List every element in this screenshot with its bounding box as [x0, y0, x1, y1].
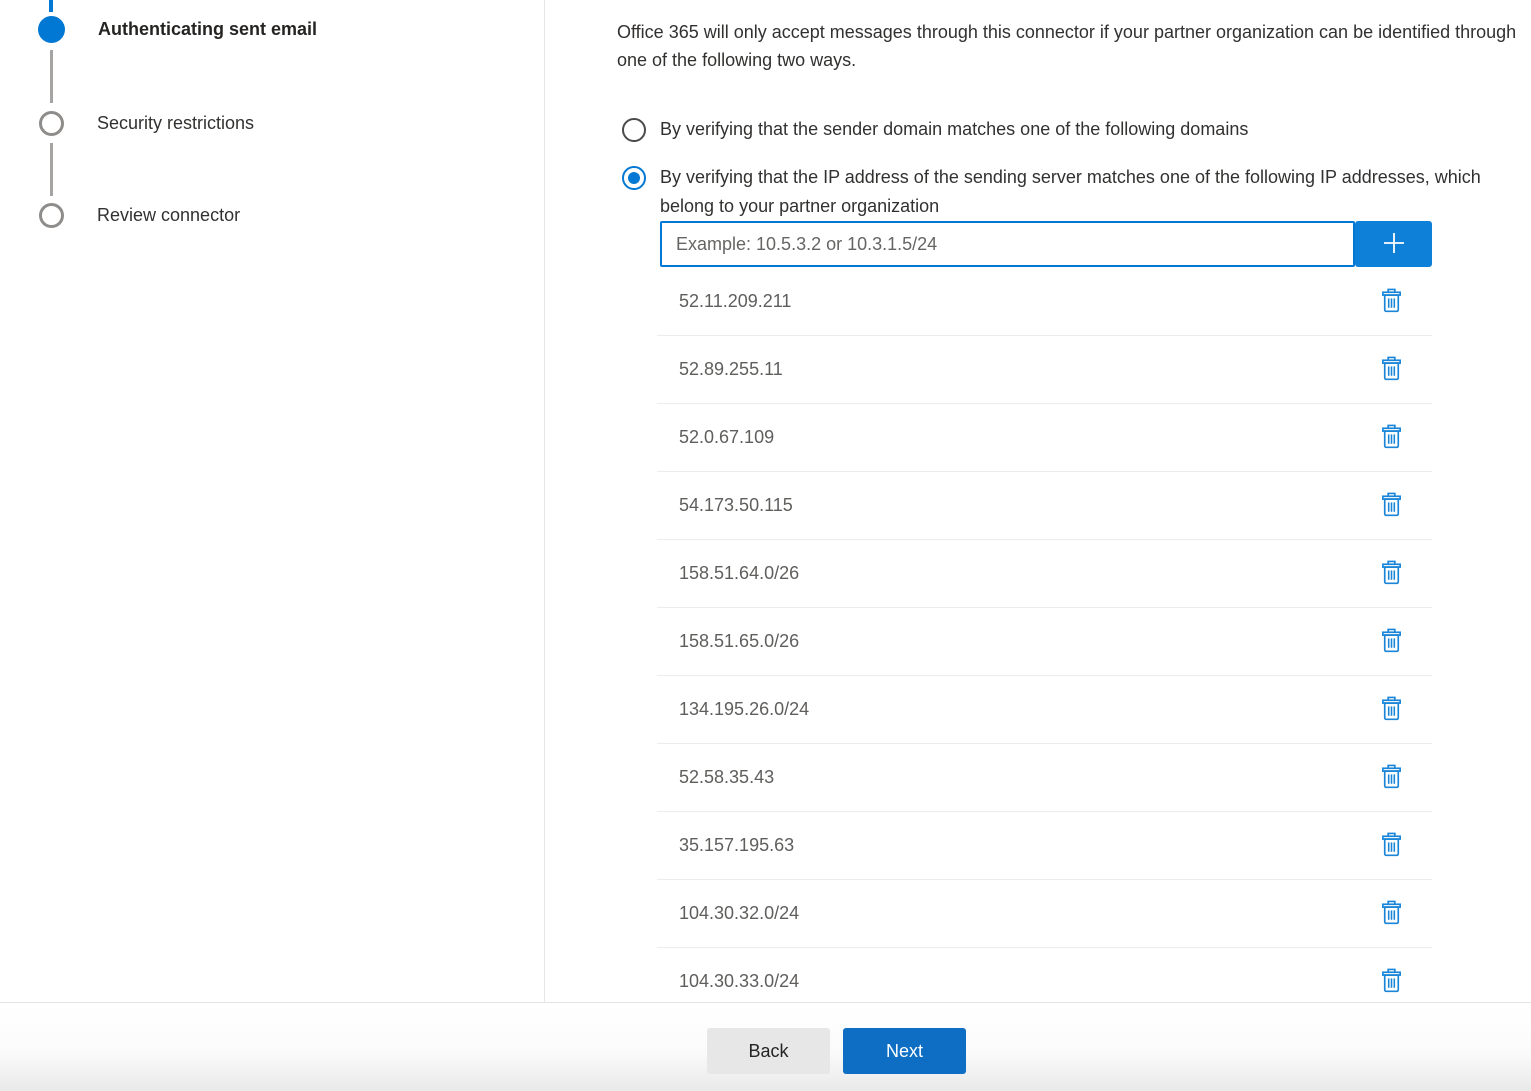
ip-list-item: 158.51.65.0/26: [657, 608, 1432, 676]
radio-selected-icon[interactable]: [622, 166, 646, 190]
trash-icon: [1381, 356, 1402, 384]
radio-option-sender-domain[interactable]: By verifying that the sender domain matc…: [622, 118, 1248, 147]
trash-icon: [1381, 900, 1402, 928]
stepper-connector: [50, 143, 53, 196]
ip-address-value: 52.58.35.43: [679, 767, 1378, 788]
trash-icon: [1381, 628, 1402, 656]
step-label: Security restrictions: [97, 113, 254, 134]
delete-ip-button[interactable]: [1378, 560, 1404, 588]
ip-list-item: 52.89.255.11: [657, 336, 1432, 404]
delete-ip-button[interactable]: [1378, 764, 1404, 792]
delete-ip-button[interactable]: [1378, 492, 1404, 520]
radio-unselected-icon[interactable]: [622, 118, 646, 142]
ip-address-value: 35.157.195.63: [679, 835, 1378, 856]
delete-ip-button[interactable]: [1378, 900, 1404, 928]
trash-icon: [1381, 492, 1402, 520]
ip-entry-row: [660, 221, 1432, 267]
step-circle: [39, 111, 64, 136]
delete-ip-button[interactable]: [1378, 628, 1404, 656]
next-button[interactable]: Next: [843, 1028, 966, 1074]
ip-list-item: 134.195.26.0/24: [657, 676, 1432, 744]
ip-address-value: 54.173.50.115: [679, 495, 1378, 516]
stepper-connector-top: [49, 0, 53, 12]
ip-list-item: 52.11.209.211: [657, 268, 1432, 336]
delete-ip-button[interactable]: [1378, 968, 1404, 996]
ip-address-input[interactable]: [660, 221, 1355, 267]
step-label: Authenticating sent email: [98, 19, 317, 40]
ip-address-value: 158.51.64.0/26: [679, 563, 1378, 584]
delete-ip-button[interactable]: [1378, 696, 1404, 724]
step-authenticating-sent-email[interactable]: Authenticating sent email: [38, 16, 317, 43]
step-review-connector[interactable]: Review connector: [38, 203, 240, 228]
delete-ip-button[interactable]: [1378, 288, 1404, 316]
intro-text: Office 365 will only accept messages thr…: [617, 18, 1527, 74]
ip-address-value: 134.195.26.0/24: [679, 699, 1378, 720]
radio-option-label: By verifying that the sender domain matc…: [660, 115, 1248, 144]
trash-icon: [1381, 968, 1402, 996]
radio-option-ip-address[interactable]: By verifying that the IP address of the …: [622, 166, 1482, 224]
ip-list-item: 52.58.35.43: [657, 744, 1432, 812]
ip-list-item: 52.0.67.109: [657, 404, 1432, 472]
ip-list-item: 35.157.195.63: [657, 812, 1432, 880]
trash-icon: [1381, 560, 1402, 588]
wizard-footer: Back Next: [0, 1002, 1531, 1091]
stepper-connector: [50, 50, 53, 103]
trash-icon: [1381, 424, 1402, 452]
step-active-circle: [38, 16, 65, 43]
ip-address-value: 52.11.209.211: [679, 291, 1378, 312]
ip-address-value: 52.0.67.109: [679, 427, 1378, 448]
ip-list-item: 158.51.64.0/26: [657, 540, 1432, 608]
ip-address-value: 104.30.32.0/24: [679, 903, 1378, 924]
add-ip-button[interactable]: [1355, 221, 1432, 267]
trash-icon: [1381, 696, 1402, 724]
delete-ip-button[interactable]: [1378, 832, 1404, 860]
ip-address-value: 158.51.65.0/26: [679, 631, 1378, 652]
ip-list-item: 104.30.32.0/24: [657, 880, 1432, 948]
step-label: Review connector: [97, 205, 240, 226]
trash-icon: [1381, 832, 1402, 860]
trash-icon: [1381, 288, 1402, 316]
step-security-restrictions[interactable]: Security restrictions: [38, 111, 254, 136]
ip-list-item: 104.30.33.0/24: [657, 948, 1432, 1002]
step-circle: [39, 203, 64, 228]
ip-address-value: 52.89.255.11: [679, 359, 1378, 380]
ip-list-item: 54.173.50.115: [657, 472, 1432, 540]
radio-option-label: By verifying that the IP address of the …: [660, 163, 1482, 221]
back-button[interactable]: Back: [707, 1028, 830, 1074]
ip-address-list: 52.11.209.211: [657, 268, 1432, 1002]
wizard-steps-panel: Authenticating sent email Security restr…: [0, 0, 545, 1002]
ip-address-value: 104.30.33.0/24: [679, 971, 1378, 992]
delete-ip-button[interactable]: [1378, 424, 1404, 452]
trash-icon: [1381, 764, 1402, 792]
plus-icon: [1379, 228, 1409, 261]
delete-ip-button[interactable]: [1378, 356, 1404, 384]
connector-wizard-page: Authenticating sent email Security restr…: [0, 0, 1531, 1091]
